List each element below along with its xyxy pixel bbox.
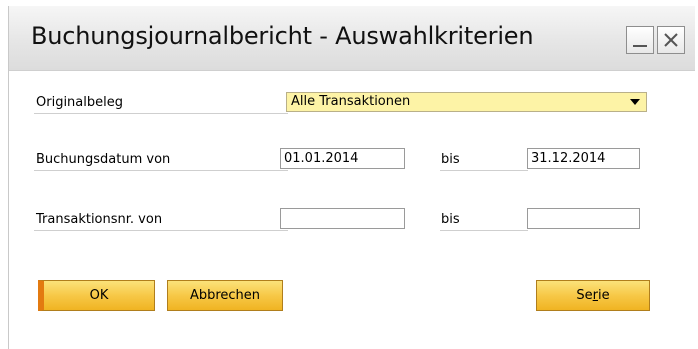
- original-label: Originalbeleg: [36, 95, 123, 110]
- ok-button[interactable]: OK: [38, 280, 155, 311]
- dialog-window: Buchungsjournalbericht - Auswahlkriterie…: [8, 6, 695, 349]
- window-title: Buchungsjournalbericht - Auswahlkriterie…: [31, 22, 534, 50]
- divider: [440, 170, 528, 171]
- divider: [34, 170, 288, 171]
- trans-from-field[interactable]: [280, 208, 405, 229]
- trans-label: Transaktionsnr. von: [36, 212, 163, 227]
- serie-button[interactable]: Se r ie: [536, 280, 650, 311]
- date-label: Buchungsdatum von: [36, 152, 171, 167]
- divider: [440, 230, 528, 231]
- original-combo-value: Alle Transaktionen: [291, 94, 411, 109]
- close-icon: [664, 33, 678, 47]
- serie-label-part: ie: [597, 288, 610, 303]
- date-to-field[interactable]: [527, 148, 640, 169]
- serie-label-part: Se: [576, 288, 593, 303]
- cancel-button[interactable]: Abbrechen: [167, 280, 283, 311]
- minimize-icon: [633, 45, 647, 47]
- divider: [34, 113, 288, 114]
- original-combo[interactable]: Alle Transaktionen: [286, 92, 647, 112]
- trans-bis-label: bis: [441, 212, 460, 227]
- date-from-field[interactable]: [280, 148, 405, 169]
- minimize-button[interactable]: [626, 26, 654, 54]
- divider: [34, 230, 288, 231]
- trans-to-field[interactable]: [527, 208, 640, 229]
- title-bar: Buchungsjournalbericht - Auswahlkriterie…: [9, 6, 695, 71]
- date-bis-label: bis: [441, 152, 460, 167]
- close-button[interactable]: [657, 26, 685, 54]
- dropdown-arrow-icon[interactable]: [630, 99, 640, 105]
